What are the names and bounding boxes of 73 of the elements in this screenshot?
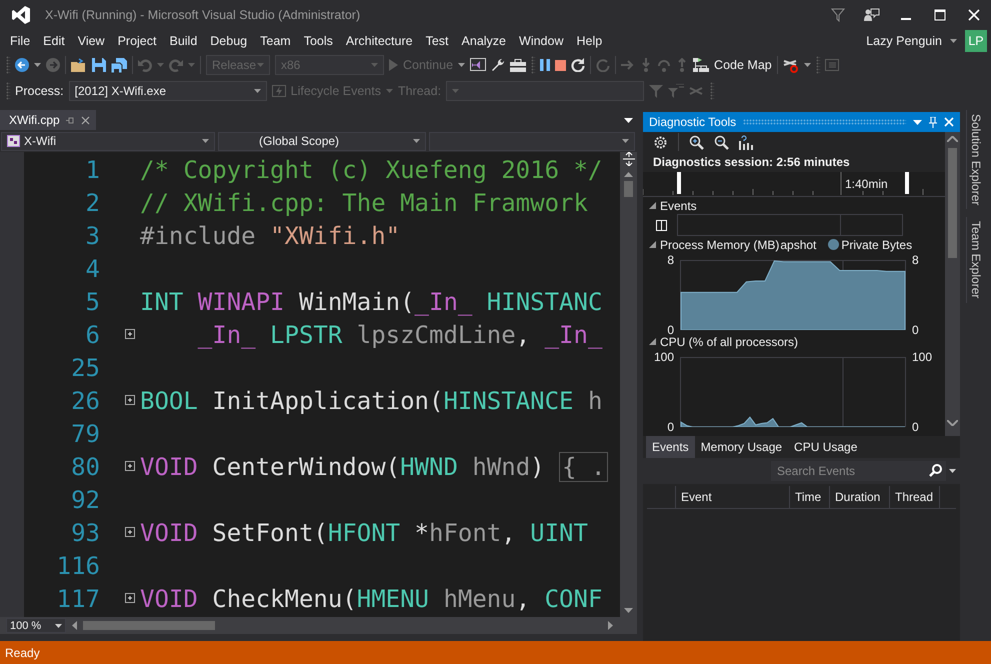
file-tab[interactable]: XWifi.cpp	[0, 110, 96, 130]
code-line: // XWifi.cpp: The Main Framwork	[140, 188, 588, 216]
axis-label: 100	[912, 350, 932, 364]
code-line: VOID SetFont(HFONT *hFont, UINT	[140, 518, 588, 546]
zoom-dropdown[interactable]: 100 %	[6, 618, 66, 633]
menu-item[interactable]: Tools	[298, 34, 339, 48]
session-duration: Diagnostics session: 2:56 minutes	[643, 152, 945, 172]
axis-label: 100	[654, 350, 674, 364]
code-line: INT WINAPI WinMain(_In_ HINSTANC	[140, 288, 602, 316]
process-dropdown[interactable]: [2012] X-Wifi.exe	[68, 81, 267, 101]
line-number: 80	[70, 452, 100, 480]
menu-item[interactable]: Debug	[204, 34, 254, 48]
code-line: VOID CheckMenu(HMENU hMenu, CONF	[140, 584, 602, 612]
section-title: Events	[660, 198, 697, 212]
line-number: 2	[84, 188, 100, 216]
menu-item[interactable]: Architecture	[340, 34, 419, 48]
status-bar: Ready	[0, 641, 991, 664]
menu-item[interactable]: File	[4, 34, 36, 48]
menu-item[interactable]: Team	[254, 34, 297, 48]
menu-item[interactable]: Help	[570, 34, 608, 48]
line-number: 92	[70, 486, 100, 514]
axis-label: 0	[667, 323, 674, 337]
menu-item[interactable]: Analyze	[456, 34, 512, 48]
axis-label: 8	[912, 253, 919, 267]
column-header[interactable]: Time	[789, 486, 829, 508]
menu-item[interactable]: Window	[513, 34, 570, 48]
tab[interactable]: Memory Usage	[694, 436, 788, 458]
axis-label: 0	[912, 323, 919, 337]
menu-item[interactable]: Edit	[37, 34, 71, 48]
scope-dropdown[interactable]: (Global Scope)	[218, 132, 426, 150]
section-title: apshot	[780, 238, 816, 252]
axis-label: 0	[667, 420, 674, 434]
menu-item[interactable]: Test	[420, 34, 455, 48]
panel-title: Diagnostic Tools	[649, 115, 736, 129]
axis-label: 0	[912, 420, 919, 434]
line-number: 5	[84, 288, 100, 316]
axis-label: 8	[667, 253, 674, 267]
section-title: Process Memory (MB)	[660, 238, 780, 252]
code-line: /* Copyright (c) Xuefeng 2016 */	[140, 156, 602, 184]
menu-item[interactable]: Project	[112, 34, 162, 48]
line-number: 25	[70, 354, 100, 382]
column-header[interactable]: Duration	[829, 486, 889, 508]
legend-label: Private Bytes	[841, 238, 912, 252]
column-header[interactable]: Thread	[889, 486, 939, 508]
search-field[interactable]: Search Events	[771, 461, 946, 481]
line-number: 79	[70, 420, 100, 448]
side-tab[interactable]: Solution Explorer	[966, 110, 985, 210]
line-number: 1	[84, 156, 100, 184]
tab[interactable]: CPU Usage	[788, 436, 864, 458]
process-label: Process:	[15, 84, 64, 98]
line-number: 4	[84, 254, 100, 282]
window-title: X-Wifi (Running) - Microsoft Visual Studio (Administrator)	[45, 8, 362, 22]
column-header[interactable]: Event	[675, 486, 789, 508]
project-dropdown[interactable]: X-Wifi	[1, 132, 215, 150]
code-line: VOID CenterWindow(HWND hWnd) { .	[140, 452, 608, 480]
thread-label: Thread:	[398, 84, 442, 98]
menu-item[interactable]: View	[72, 34, 111, 48]
code-map-button[interactable]: Code Map	[693, 58, 772, 72]
line-number: 3	[84, 222, 100, 250]
menu-item[interactable]: Build	[163, 34, 204, 48]
tab[interactable]: Events	[646, 436, 695, 458]
line-number: 6	[84, 320, 100, 348]
code-line: BOOL InitApplication(HINSTANCE h	[140, 386, 602, 414]
section-title: CPU (% of all processors)	[660, 334, 798, 348]
line-number: 26	[70, 386, 100, 414]
timeline-label: 1:40min	[845, 177, 888, 191]
user-name[interactable]: Lazy Penguin	[866, 34, 942, 48]
line-number: 116	[56, 552, 100, 580]
line-number: 117	[56, 584, 100, 612]
side-tab[interactable]: Team Explorer	[966, 217, 985, 303]
code-line: #include "XWifi.h"	[140, 222, 400, 250]
code-line: _In_ LPSTR lpszCmdLine, _In_	[196, 320, 602, 348]
line-number: 93	[70, 518, 100, 546]
